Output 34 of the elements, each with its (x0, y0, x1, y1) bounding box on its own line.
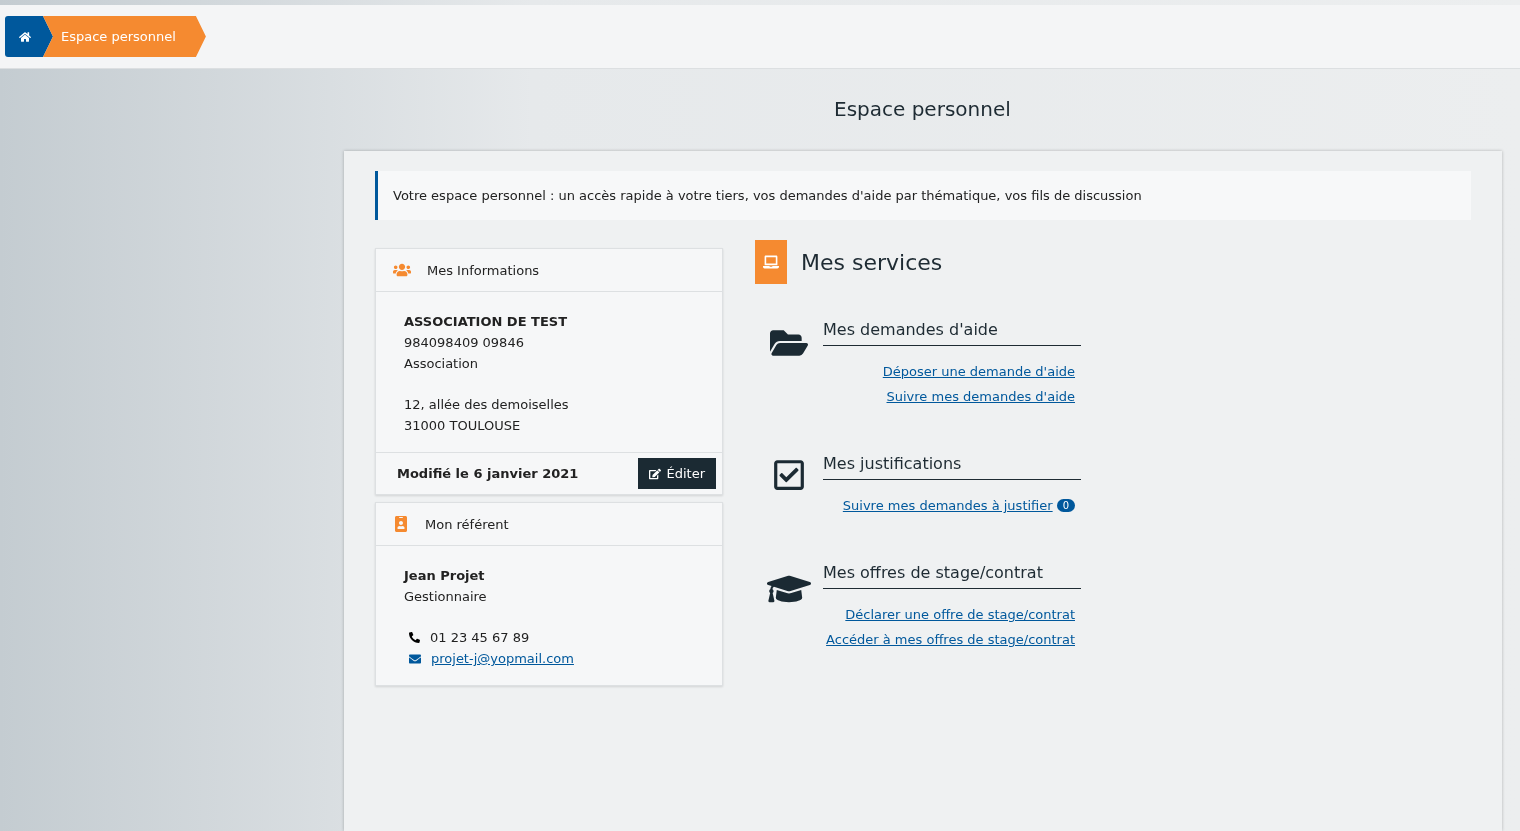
service-link[interactable]: Accéder à mes offres de stage/contrat (826, 632, 1075, 647)
users-icon (393, 261, 411, 279)
email-link[interactable]: projet-j@yopmail.com (431, 648, 574, 669)
section-title: Mes offres de stage/contrat (823, 563, 1081, 589)
service-link[interactable]: Déposer une demande d'aide (882, 364, 1075, 379)
envelope-icon (409, 652, 421, 665)
edit-icon (649, 467, 662, 480)
checkbox-icon (772, 458, 806, 492)
referent-role: Gestionnaire (404, 588, 488, 606)
modified-date: Modifié le 6 janvier 2021 (397, 465, 579, 483)
count-badge: 0 (1056, 499, 1075, 512)
phone-icon (409, 632, 420, 643)
edit-button[interactable]: Éditer (638, 458, 716, 489)
home-icon (19, 30, 31, 43)
section-title: Mes demandes d'aide (823, 320, 1081, 346)
address-line: 12, allée des demoiselles (404, 396, 570, 414)
laptop-icon (763, 254, 779, 270)
page-title: Espace personnel (833, 97, 1012, 121)
referent-name: Jean Projet (404, 567, 486, 585)
organization-name: ASSOCIATION DE TEST (404, 313, 569, 331)
phone-number: 01 23 45 67 89 (430, 629, 530, 647)
service-link[interactable]: Déclarer une offre de stage/contrat (845, 607, 1075, 622)
service-link[interactable]: Suivre mes demandes d'aide (886, 389, 1075, 404)
home-breadcrumb[interactable] (5, 16, 53, 57)
intro-text: Votre espace personnel : un accès rapide à votre tiers, vos demandes d'aide par thématique, vos fils de discussion (375, 171, 1471, 220)
info-line: 984098409 09846 (404, 334, 525, 352)
section-title: Mes justifications (823, 454, 1081, 480)
card-title: Mes Informations (427, 262, 540, 278)
address-line: 31000 TOULOUSE (404, 417, 522, 435)
info-line: Association (404, 355, 480, 373)
service-link[interactable]: Suivre mes demandes à justifier (842, 498, 1053, 513)
services-title: Mes services (801, 249, 943, 275)
badge-icon (393, 516, 409, 532)
card-title: Mon référent (425, 516, 509, 532)
